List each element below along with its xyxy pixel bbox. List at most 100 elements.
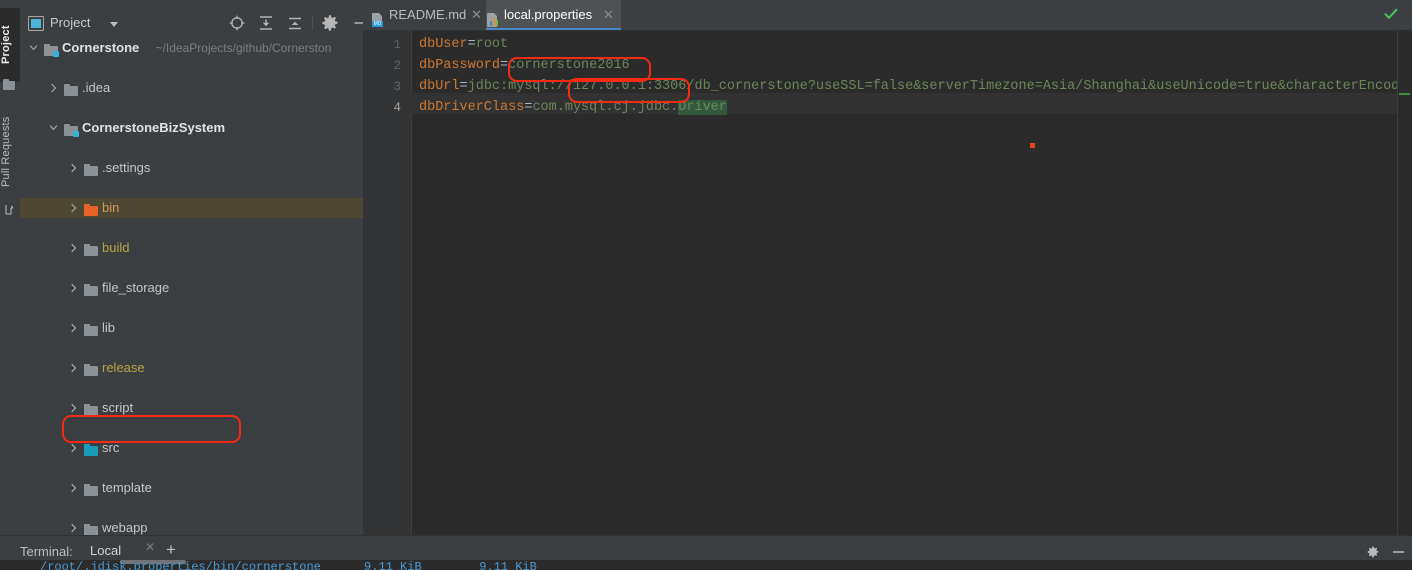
folder-icon <box>84 242 98 256</box>
code-line: dbUser=root <box>419 37 509 52</box>
close-icon[interactable]: ✕ <box>145 540 155 554</box>
collapse-all-button[interactable] <box>285 13 305 33</box>
chevron-right-icon[interactable] <box>68 278 79 298</box>
project-panel-title: Project <box>50 15 91 30</box>
tree-node-template[interactable]: template <box>20 478 363 498</box>
chevron-down-icon[interactable] <box>28 38 39 58</box>
tree-node-label: file_storage <box>102 280 170 295</box>
scroll-from-source-button[interactable] <box>227 13 247 33</box>
minimize-icon[interactable] <box>1393 551 1404 553</box>
editor-marker-bar[interactable] <box>1397 30 1412 535</box>
tree-node-label: lib <box>102 320 116 335</box>
project-tree[interactable]: Cornerstone ~/IdeaProjects/github/Corners… <box>20 38 363 535</box>
plus-icon[interactable]: + <box>166 541 176 559</box>
tree-node--settings[interactable]: .settings <box>20 158 363 178</box>
header-separator <box>312 16 313 30</box>
tree-node-webapp[interactable]: webapp <box>20 518 363 535</box>
settings-button[interactable] <box>320 13 340 33</box>
source-folder-icon <box>84 442 98 456</box>
tree-node-label: src <box>102 440 120 455</box>
chevron-right-icon[interactable] <box>68 398 79 418</box>
sidebar-tab-pull-requests-label: Pull Requests <box>0 116 12 188</box>
properties-file-icon <box>486 8 499 27</box>
editor-area: MD README.md ✕ local.properties ✕ 1234 d… <box>363 0 1412 535</box>
sidebar-tab-project-label: Project <box>0 25 12 65</box>
gear-icon[interactable] <box>1366 545 1380 559</box>
project-view-icon <box>28 16 44 31</box>
folder-icon <box>84 402 98 416</box>
editor-code-area[interactable]: dbUser=root dbPassword=cornerstone2016 dbU… <box>411 30 1412 535</box>
module-folder-icon <box>64 122 79 137</box>
editor-tab-bar: MD README.md ✕ local.properties ✕ <box>363 0 1412 31</box>
chevron-right-icon[interactable] <box>48 78 59 98</box>
chevron-right-icon[interactable] <box>68 518 79 535</box>
tree-node-src[interactable]: src <box>20 438 363 458</box>
tree-node-bin[interactable]: bin <box>20 198 363 218</box>
line-number: 4 <box>393 101 401 115</box>
tree-node-label: script <box>102 400 134 415</box>
project-tool-window: Project Cornerstone ~/IdeaProjects/githu… <box>20 8 366 535</box>
tab-readme-md-label: README.md <box>389 7 467 22</box>
folder-icon <box>84 162 98 176</box>
tree-node-build[interactable]: build <box>20 238 363 258</box>
expand-all-button[interactable] <box>256 13 276 33</box>
checkmark-ok-icon[interactable] <box>1384 8 1398 20</box>
tab-local-properties[interactable]: local.properties ✕ <box>486 0 621 30</box>
mouse-cursor-dot <box>1030 143 1035 148</box>
tree-node-cornerstonebizsystem[interactable]: CornerstoneBizSystem <box>20 118 363 138</box>
tree-node-label: .idea <box>82 80 111 95</box>
chevron-right-icon[interactable] <box>68 438 79 458</box>
editor-gutter[interactable]: 1 2 3 4 <box>363 30 412 535</box>
terminal-tab-local-label: Local <box>90 543 122 558</box>
terminal-label: Terminal: <box>20 544 73 559</box>
tab-readme-md[interactable]: MD README.md ✕ <box>371 0 482 30</box>
chevron-right-icon[interactable] <box>68 198 79 218</box>
tree-node-label: release <box>102 360 145 375</box>
line-number: 2 <box>393 59 401 73</box>
chevron-right-icon[interactable] <box>68 238 79 258</box>
tree-node-label: webapp <box>102 520 148 535</box>
tree-node-cornerstone[interactable]: Cornerstone ~/IdeaProjects/github/Corners… <box>20 38 363 58</box>
tree-node--idea[interactable]: .idea <box>20 78 363 98</box>
tree-node-label: .settings <box>102 160 151 175</box>
code-line: dbPassword=cornerstone2016 <box>419 58 630 73</box>
folder-icon <box>64 82 78 96</box>
tree-node-script[interactable]: script <box>20 398 363 418</box>
chevron-right-icon[interactable] <box>68 158 79 178</box>
chevron-down-icon[interactable] <box>48 118 59 138</box>
sidebar-tab-pull-requests[interactable]: Pull Requests <box>0 96 20 208</box>
code-line: dbDriverClass=com.mysql.cj.jdbc.Driver <box>419 100 727 115</box>
tree-node-lib[interactable]: lib <box>20 318 363 338</box>
code-line: dbUrl=jdbc:mysql://127.0.0.1:3306/db_cor… <box>419 79 1412 94</box>
project-panel-header: Project <box>20 8 366 39</box>
markdown-file-icon: MD <box>371 8 384 27</box>
vcs-change-marker <box>1399 93 1410 95</box>
project-folder-icon <box>3 78 16 90</box>
tab-local-properties-label: local.properties <box>504 7 593 22</box>
folder-icon <box>84 482 98 496</box>
tree-node-label: Cornerstone <box>62 40 140 55</box>
tree-node-file-storage[interactable]: file_storage <box>20 278 363 298</box>
sidebar-tab-project[interactable]: Project <box>0 8 20 82</box>
folder-icon <box>84 522 98 535</box>
folder-icon <box>84 322 98 336</box>
terminal-tool-window: Terminal: Local ✕ + /root/.jdisk.propert… <box>0 535 1412 570</box>
chevron-right-icon[interactable] <box>68 358 79 378</box>
excluded-folder-icon <box>84 202 98 216</box>
chevron-down-icon[interactable] <box>110 22 118 27</box>
pull-request-icon <box>3 204 16 215</box>
folder-icon <box>84 362 98 376</box>
module-folder-icon <box>44 42 59 57</box>
chevron-right-icon[interactable] <box>68 318 79 338</box>
tree-node-label: bin <box>102 200 120 215</box>
close-icon[interactable]: ✕ <box>471 0 482 30</box>
tree-node-path: ~/IdeaProjects/github/Cornerston <box>155 41 332 55</box>
tree-node-release[interactable]: release <box>20 358 363 378</box>
chevron-right-icon[interactable] <box>68 478 79 498</box>
close-icon[interactable]: ✕ <box>603 0 614 30</box>
tree-node-label: build <box>102 240 130 255</box>
line-number: 3 <box>393 80 401 94</box>
left-tool-window-bar: Project Pull Requests <box>0 8 21 535</box>
tree-node-label: template <box>102 480 152 495</box>
folder-icon <box>84 282 98 296</box>
